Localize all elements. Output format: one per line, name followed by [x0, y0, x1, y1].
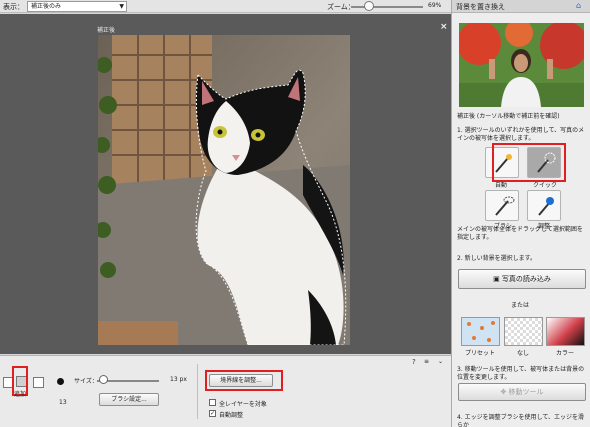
view-select-value: 補正後のみ — [31, 3, 62, 10]
close-icon[interactable]: × — [440, 22, 448, 32]
zoom-value: 69% — [428, 2, 442, 9]
refine-highlight-box — [205, 370, 283, 391]
all-layers-label: 全レイヤーを対象 — [219, 401, 267, 408]
size-value: 13 px — [170, 376, 187, 383]
collapse-icon[interactable]: ⌄ — [438, 358, 443, 365]
view-label: 表示： — [3, 3, 24, 11]
move-tool-button[interactable]: ✥ 移動ツール — [458, 383, 586, 401]
view-select[interactable]: 補正後のみ ▼ — [27, 1, 127, 12]
size-slider-knob[interactable] — [98, 375, 108, 384]
quick-selection-highlight-box — [492, 143, 566, 182]
refine-brush-button[interactable] — [527, 190, 561, 221]
size-number: 13 — [59, 399, 67, 406]
tool-options-bar: 追加 サイズ： 13 px 13 ブラシ設定... 境界線を調整... 全レイヤ… — [0, 355, 451, 427]
divider — [197, 364, 198, 419]
home-icon[interactable]: ⌂ — [576, 1, 581, 10]
swatch-label-none: なし — [517, 350, 530, 357]
zoom-slider-knob[interactable] — [364, 1, 374, 11]
cat-photo[interactable] — [98, 35, 350, 345]
auto-enhance-checkbox[interactable]: ✓ — [209, 410, 216, 417]
move-tool-label: 移動ツール — [508, 388, 544, 396]
load-photo-button[interactable]: ▣ 写真の読み込み — [458, 269, 586, 289]
panel-title: 背景を置き換え — [456, 3, 505, 11]
step1-text: 1. 選択ツールのいずれかを使用して、写真のメインの被写体を選択します。 — [457, 127, 585, 142]
zoom-slider[interactable] — [351, 6, 423, 8]
or-label: または — [511, 302, 530, 309]
step2-text: 2. 新しい背景を選択します。 — [457, 255, 537, 262]
chevron-down-icon: ▼ — [119, 3, 124, 10]
step1b-text: メインの被写体全体をドラッグして選択範囲を指定します。 — [457, 226, 583, 241]
auto-enhance-label: 自動調整 — [219, 412, 244, 419]
move-icon: ✥ — [500, 388, 509, 396]
load-photo-label: 写真の読み込み — [501, 275, 551, 283]
none-swatch[interactable] — [504, 317, 543, 346]
load-photo-icon: ▣ — [493, 275, 502, 283]
brush-icon — [495, 196, 515, 216]
subtract-selection-icon[interactable] — [33, 377, 44, 388]
refine-brush-icon — [538, 197, 554, 216]
brush-preview-icon — [57, 378, 64, 385]
help-icon[interactable]: ? — [412, 358, 416, 366]
step3-text: 3. 移動ツールを使用して、被写体または背景の位置を変更します。 — [457, 366, 585, 381]
step4-text: 4. エッジを調整ブラシを使用して、エッジを滑らか — [457, 414, 585, 427]
brush-button[interactable] — [485, 190, 519, 221]
swatch-label-preset: プリセット — [465, 350, 496, 357]
preset-swatch[interactable] — [461, 317, 500, 346]
guided-panel: 背景を置き換え ⌂ 補正後 (カーソル移動で補正前を確認) 1. 選択ツールのい… — [451, 0, 590, 427]
swatch-label-color: カラー — [556, 350, 575, 357]
canvas-after-label: 補正後 — [97, 27, 116, 34]
panel-header: 背景を置き換え ⌂ — [452, 0, 590, 13]
options-menu-icon[interactable]: ≡ — [424, 358, 429, 365]
color-swatch[interactable] — [546, 317, 585, 346]
size-label: サイズ： — [74, 378, 98, 385]
brush-settings-button[interactable]: ブラシ設定... — [99, 393, 159, 406]
preview-thumbnail — [459, 23, 584, 107]
canvas-area[interactable]: 補正後 × — [0, 14, 451, 354]
after-hint: 補正後 (カーソル移動で補正前を確認) — [457, 113, 560, 120]
all-layers-checkbox[interactable] — [209, 399, 216, 406]
add-label: 追加 — [14, 391, 27, 398]
top-toolbar: 表示： 補正後のみ ▼ ズーム： 69% — [0, 0, 451, 13]
